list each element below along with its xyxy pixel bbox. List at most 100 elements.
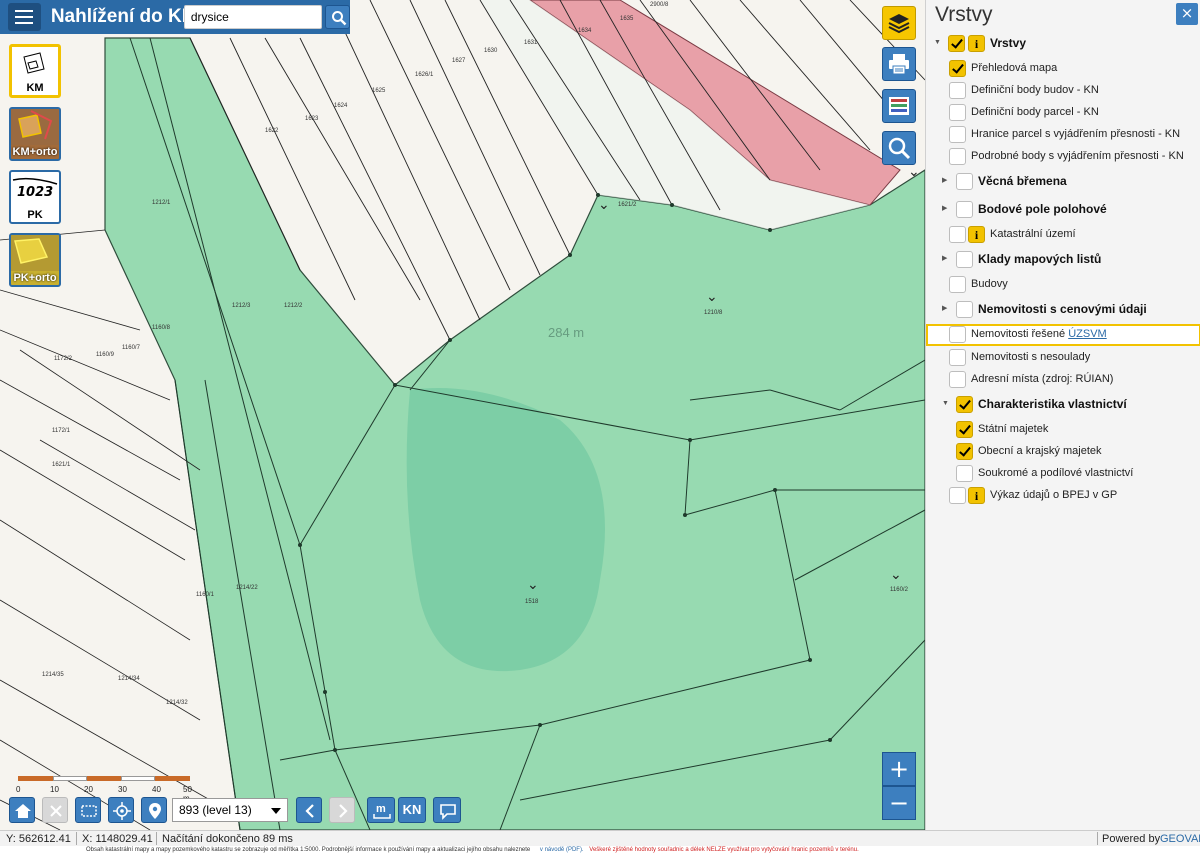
layer-item-highlighted[interactable]: Nemovitosti řešené ÚZSVM (926, 324, 1200, 346)
layer-checkbox[interactable] (956, 251, 973, 268)
layer-group-klady[interactable]: ▶ Klady mapových listů (926, 249, 1200, 271)
parcel-label: 1172/2 (54, 356, 72, 362)
manual-link[interactable]: v návodě (PDF). (540, 847, 584, 853)
scale-tick: 40 (152, 785, 161, 794)
layer-checkbox[interactable] (949, 226, 966, 243)
layer-checkbox[interactable] (956, 201, 973, 218)
home-button[interactable] (9, 797, 35, 823)
caret-right-icon[interactable]: ▶ (942, 205, 950, 213)
layer-label: Nemovitosti řešené ÚZSVM (971, 328, 1107, 340)
layers-button[interactable] (882, 6, 916, 40)
layer-item[interactable]: Definiční body budov - KN (926, 80, 1200, 102)
layer-item[interactable]: Definiční body parcel - KN (926, 102, 1200, 124)
zoom-out-button[interactable]: − (882, 786, 916, 820)
layer-item[interactable]: Adresní místa (zdroj: RÚIAN) (926, 369, 1200, 391)
caret-down-icon[interactable]: ▼ (942, 400, 950, 408)
layer-checkbox[interactable] (949, 60, 966, 77)
locate-button[interactable] (108, 797, 134, 823)
layer-checkbox[interactable] (948, 35, 965, 52)
zoom-in-button[interactable]: + (882, 752, 916, 786)
panel-title: Vrstvy (935, 3, 993, 26)
layer-item[interactable]: Přehledová mapa (926, 58, 1200, 80)
load-status: Načítání dokončeno 89 ms (162, 833, 293, 845)
brand-link[interactable]: GEOVAP (1160, 833, 1200, 845)
layer-checkbox[interactable] (956, 465, 973, 482)
panel-close-button[interactable]: × (1176, 3, 1198, 25)
pk-thumbnail-icon: 1023 (12, 177, 58, 200)
parcel-label: 1214/22 (236, 585, 258, 591)
print-button[interactable] (882, 47, 916, 81)
marker-button[interactable] (141, 797, 167, 823)
layer-checkbox[interactable] (956, 396, 973, 413)
layer-item[interactable]: i Katastrální území (926, 224, 1200, 246)
menu-button[interactable] (8, 3, 41, 31)
uzsvm-link[interactable]: ÚZSVM (1068, 328, 1107, 340)
map-type-km-orto-button[interactable]: KM+orto (9, 107, 61, 161)
layer-item[interactable]: Obecní a krajský majetek (926, 441, 1200, 463)
layer-checkbox[interactable] (956, 421, 973, 438)
layer-item[interactable]: Nemovitosti s nesoulady (926, 347, 1200, 369)
layer-checkbox[interactable] (949, 349, 966, 366)
search-input[interactable] (183, 5, 322, 29)
feedback-button[interactable] (433, 797, 461, 823)
home-icon (15, 804, 31, 818)
layer-label: Charakteristika vlastnictví (978, 397, 1127, 411)
printer-icon (889, 54, 909, 75)
scale-tick: 30 (118, 785, 127, 794)
top-bar: Nahlížení do KN (0, 0, 350, 34)
meadow-symbol-icon: ⌄ (908, 164, 920, 180)
layer-item[interactable]: i Výkaz údajů o BPEJ v GP (926, 485, 1200, 507)
search-icon (331, 11, 347, 26)
info-icon[interactable]: i (968, 35, 985, 52)
select-area-button[interactable] (75, 797, 101, 823)
layer-checkbox[interactable] (949, 276, 966, 293)
layer-label: Státní majetek (978, 423, 1049, 435)
search-button[interactable] (324, 5, 350, 29)
cadastral-map[interactable]: 1635 2900/8 1634 1631 1630 1627 1626/1 1… (0, 0, 925, 830)
layer-group-cenove-udaje[interactable]: ▶ Nemovitosti s cenovými údaji (926, 299, 1200, 321)
layer-checkbox[interactable] (949, 487, 966, 504)
previous-view-button[interactable] (296, 797, 322, 823)
layer-checkbox[interactable] (949, 371, 966, 388)
meadow-symbol-icon: ⌄ (598, 197, 610, 213)
caret-right-icon[interactable]: ▶ (942, 305, 950, 313)
next-view-button[interactable] (329, 797, 355, 823)
layer-checkbox[interactable] (956, 443, 973, 460)
meadow-symbol-icon: ⌄ (890, 567, 902, 583)
layer-group-vecna-bremena[interactable]: ▶ Věcná břemena (926, 171, 1200, 193)
layer-checkbox[interactable] (949, 326, 966, 343)
info-icon[interactable]: i (968, 487, 985, 504)
zoom-level-select[interactable]: 893 (level 13) (172, 798, 288, 822)
caret-right-icon[interactable]: ▶ (942, 177, 950, 185)
layer-checkbox[interactable] (956, 173, 973, 190)
map-type-pk-button[interactable]: 1023 PK (9, 170, 61, 224)
layer-item[interactable]: Státní majetek (926, 419, 1200, 441)
layer-group-vrstvy[interactable]: ▼ i Vrstvy (926, 33, 1200, 55)
layer-checkbox[interactable] (949, 104, 966, 121)
caret-right-icon[interactable]: ▶ (942, 255, 950, 263)
parcel-label: 1212/3 (232, 303, 251, 309)
info-icon[interactable]: i (968, 226, 985, 243)
layer-checkbox[interactable] (949, 148, 966, 165)
clear-button[interactable] (42, 797, 68, 823)
parcel-label: 1518 (525, 599, 539, 605)
zoom-search-button[interactable] (882, 131, 916, 165)
layer-group-charakteristika[interactable]: ▼ Charakteristika vlastnictví (926, 394, 1200, 416)
layer-item[interactable]: Budovy (926, 274, 1200, 296)
kn-button[interactable]: KN (398, 797, 426, 823)
measure-button[interactable]: m (367, 797, 395, 823)
layer-item[interactable]: Hranice parcel s vyjádřením přesnosti - … (926, 124, 1200, 146)
legend-button[interactable] (882, 89, 916, 123)
layer-item[interactable]: Podrobné body s vyjádřením přesnosti - K… (926, 146, 1200, 168)
map-type-label: PK (27, 209, 43, 221)
layer-checkbox[interactable] (949, 82, 966, 99)
map-type-pk-orto-button[interactable]: PK+orto (9, 233, 61, 287)
layer-checkbox[interactable] (956, 301, 973, 318)
map-type-km-button[interactable]: KM (9, 44, 61, 98)
caret-down-icon[interactable]: ▼ (934, 39, 942, 47)
layer-item[interactable]: Soukromé a podílové vlastnictví (926, 463, 1200, 485)
layer-group-bodove-pole[interactable]: ▶ Bodové pole polohové (926, 199, 1200, 221)
km-orto-thumbnail-icon (11, 109, 59, 145)
layer-checkbox[interactable] (949, 126, 966, 143)
close-icon (50, 805, 62, 817)
